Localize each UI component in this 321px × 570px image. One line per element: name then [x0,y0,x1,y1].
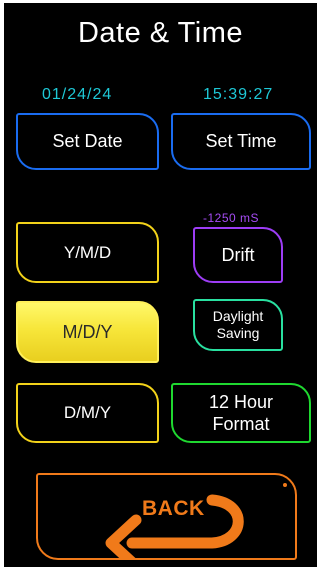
daylight-saving-line1: Daylight [212,308,264,324]
device-screen: Date & Time 01/24/24 15:39:27 Set Date S… [4,3,317,567]
set-date-label: Set Date [52,131,123,151]
12-hour-format-label: 12 Hour Format [209,391,273,435]
dmy-format-label: D/M/Y [63,403,112,422]
mdy-format-label: M/D/Y [62,321,113,342]
daylight-saving-line2: Saving [216,325,260,341]
dmy-format-button[interactable]: D/M/Y [16,383,159,443]
drift-button[interactable]: Drift [193,227,283,283]
set-time-button[interactable]: Set Time [171,113,311,170]
set-date-button[interactable]: Set Date [16,113,159,170]
drift-readout: -1250 mS [203,211,260,225]
12-hour-format-line2: Format [212,414,270,434]
daylight-saving-button[interactable]: Daylight Saving [193,299,283,351]
12-hour-format-line1: 12 Hour [208,392,274,412]
date-readout: 01/24/24 [42,86,113,103]
back-button[interactable]: BACK [36,473,297,560]
page-title: Date & Time [77,17,244,49]
daylight-saving-label: Daylight Saving [213,308,264,342]
set-time-label: Set Time [205,131,277,151]
drift-label: Drift [221,244,255,265]
back-label: BACK [142,497,205,520]
12-hour-format-button[interactable]: 12 Hour Format [171,383,311,443]
mdy-format-button[interactable]: M/D/Y [16,301,159,363]
ymd-format-button[interactable]: Y/M/D [16,222,159,283]
ymd-format-label: Y/M/D [63,242,112,262]
time-readout: 15:39:27 [203,86,274,103]
